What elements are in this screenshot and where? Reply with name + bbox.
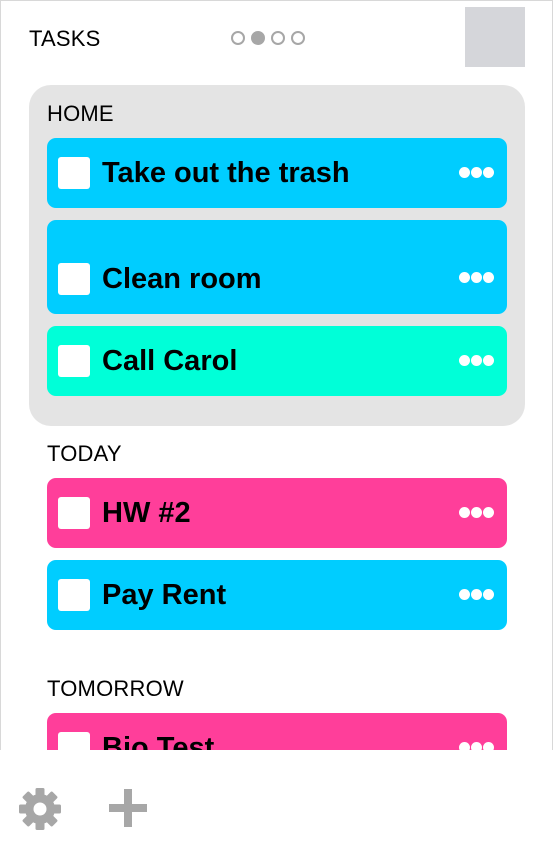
section-label-home: HOME bbox=[47, 101, 114, 126]
task-item[interactable]: HW #2 bbox=[47, 478, 507, 548]
bottom-toolbar bbox=[0, 750, 553, 842]
task-item[interactable]: Call Carol bbox=[47, 326, 507, 396]
task-checkbox[interactable] bbox=[58, 497, 90, 529]
task-name: Clean room bbox=[102, 263, 262, 295]
task-checkbox[interactable] bbox=[58, 732, 90, 750]
task-name: Bio Test bbox=[102, 732, 215, 750]
task-checkbox[interactable] bbox=[58, 157, 90, 189]
more-options-icon[interactable] bbox=[459, 507, 495, 519]
task-checkbox[interactable] bbox=[58, 579, 90, 611]
task-name: Pay Rent bbox=[102, 579, 227, 611]
more-options-icon[interactable] bbox=[459, 167, 495, 179]
page-dot-4[interactable] bbox=[291, 31, 305, 45]
task-checkbox[interactable] bbox=[58, 345, 90, 377]
task-checkbox[interactable] bbox=[58, 263, 90, 295]
page-dot-1[interactable] bbox=[231, 31, 245, 45]
task-item[interactable]: Clean room bbox=[47, 220, 507, 314]
app-title: TASKS bbox=[29, 26, 101, 51]
gear-icon[interactable] bbox=[18, 787, 62, 831]
section-label-tomorrow: TOMORROW bbox=[47, 676, 184, 701]
task-item[interactable]: Pay Rent bbox=[47, 560, 507, 630]
header: TASKS bbox=[0, 0, 553, 76]
task-name: HW #2 bbox=[102, 497, 191, 529]
avatar[interactable] bbox=[465, 7, 525, 67]
plus-icon[interactable] bbox=[108, 788, 148, 828]
more-options-icon[interactable] bbox=[459, 742, 495, 750]
more-options-icon[interactable] bbox=[459, 589, 495, 601]
page-dot-2[interactable] bbox=[251, 31, 265, 45]
more-options-icon[interactable] bbox=[459, 355, 495, 367]
task-name: Call Carol bbox=[102, 345, 238, 377]
page-indicator bbox=[231, 31, 305, 45]
page-dot-3[interactable] bbox=[271, 31, 285, 45]
more-options-icon[interactable] bbox=[459, 272, 495, 284]
task-item[interactable]: Take out the trash bbox=[47, 138, 507, 208]
task-name: Take out the trash bbox=[102, 157, 350, 189]
task-item[interactable]: Bio Test bbox=[47, 713, 507, 750]
section-label-today: TODAY bbox=[47, 441, 122, 466]
task-list[interactable]: HOME Take out the trash Clean room Call … bbox=[0, 76, 553, 750]
